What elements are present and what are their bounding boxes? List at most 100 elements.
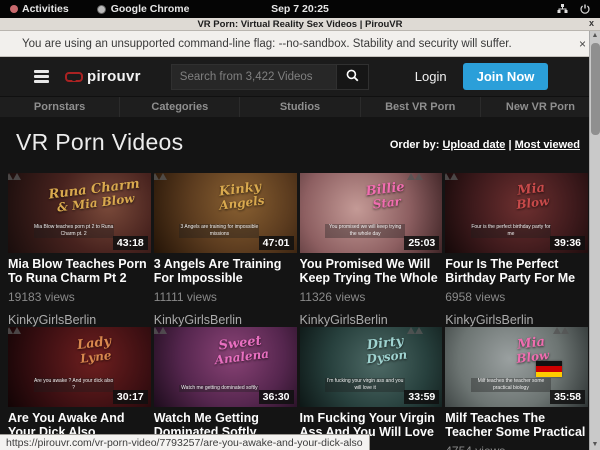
- thumbnail-caption: 3 Angels are training for impossible mis…: [179, 224, 259, 238]
- scroll-down-icon[interactable]: ▼: [590, 440, 600, 450]
- nav-item-pornstars[interactable]: Pornstars: [0, 97, 120, 117]
- infobar-close-icon[interactable]: ×: [579, 37, 586, 51]
- video-card[interactable]: Lady Lyne Are you awake ? And your dick …: [8, 327, 151, 450]
- site-viewport: pirouvr Login Join Now PornstarsCategori…: [0, 57, 600, 450]
- video-thumbnail[interactable]: Billie Star You promised we will keep tr…: [300, 173, 443, 253]
- order-upload-date-link[interactable]: Upload date: [442, 139, 505, 151]
- duration-badge: 30:17: [113, 390, 148, 404]
- join-now-button[interactable]: Join Now: [463, 63, 549, 90]
- chrome-infobar: You are using an unsupported command-lin…: [0, 31, 600, 57]
- app-menu-label: Google Chrome: [111, 3, 190, 15]
- video-card[interactable]: Runa Charm & Mia Blow Mia Blow teaches p…: [8, 173, 151, 327]
- video-title[interactable]: 3 Angels Are Training For Impossible Mis…: [154, 257, 297, 287]
- scrollbar-thumb[interactable]: [591, 43, 600, 135]
- vertical-scrollbar[interactable]: ▲ ▼: [589, 31, 600, 450]
- window-close-icon[interactable]: x: [589, 18, 594, 28]
- activities-button[interactable]: Activities: [10, 3, 69, 15]
- infobar-message: You are using an unsupported command-lin…: [22, 38, 512, 50]
- login-link[interactable]: Login: [415, 69, 447, 84]
- video-card[interactable]: Billie Star You promised we will keep tr…: [300, 173, 443, 327]
- video-grid: Runa Charm & Mia Blow Mia Blow teaches p…: [8, 173, 588, 450]
- video-title[interactable]: Mia Blow Teaches Porn To Runa Charm Pt 2: [8, 257, 151, 287]
- order-by-label: Order by:: [390, 139, 440, 151]
- video-views: 11326 views: [300, 290, 443, 304]
- video-thumbnail[interactable]: Dirty Dyson I'm fucking your virgin ass …: [300, 327, 443, 407]
- video-title[interactable]: Four Is The Perfect Birthday Party For M…: [445, 257, 588, 287]
- hamburger-menu-icon[interactable]: [34, 70, 49, 83]
- thumbnail-caption: Milf teaches the teacher some practical …: [471, 378, 551, 392]
- studio-watermark-cat-icon: [159, 331, 181, 351]
- video-thumbnail[interactable]: Lady Lyne Are you awake ? And your dick …: [8, 327, 151, 407]
- network-icon[interactable]: [557, 4, 568, 14]
- duration-badge: 43:18: [113, 236, 148, 250]
- studio-watermark-cat-icon: [159, 177, 181, 197]
- site-header: pirouvr Login Join Now: [0, 57, 600, 96]
- video-channel-link[interactable]: KinkyGirlsBerlin: [445, 313, 588, 327]
- vr-goggles-icon: [65, 72, 83, 82]
- nav-item-studios[interactable]: Studios: [240, 97, 360, 117]
- duration-badge: 47:01: [259, 236, 294, 250]
- video-title[interactable]: Milf Teaches The Teacher Some Practical …: [445, 411, 588, 441]
- thumbnail-caption: You promised we will keep trying the who…: [325, 224, 405, 238]
- window-title-bar[interactable]: VR Porn: Virtual Reality Sex Videos | Pi…: [0, 18, 600, 31]
- thumbnail-caption: I'm fucking your virgin ass and you will…: [325, 378, 405, 392]
- video-thumbnail[interactable]: Mia Blow Milf teaches the teacher some p…: [445, 327, 588, 407]
- duration-badge: 39:36: [550, 236, 585, 250]
- video-thumbnail[interactable]: Sweet Analena Watch me getting dominated…: [154, 327, 297, 407]
- video-card[interactable]: Mia Blow Four is the perfect birthday pa…: [445, 173, 588, 327]
- video-views: 4754 views: [445, 444, 588, 450]
- chrome-app-icon: [97, 5, 106, 14]
- order-separator: |: [508, 139, 511, 151]
- status-bar-url: https://pirouvr.com/vr-porn-video/779325…: [0, 434, 370, 450]
- screen: Activities Google Chrome Sep 7 20:25 VR …: [0, 0, 600, 450]
- video-thumbnail[interactable]: Runa Charm & Mia Blow Mia Blow teaches p…: [8, 173, 151, 253]
- video-thumbnail[interactable]: Mia Blow Four is the perfect birthday pa…: [445, 173, 588, 253]
- main-nav: PornstarsCategoriesStudiosBest VR PornNe…: [0, 96, 600, 117]
- thumbnail-overlay-text: Mia Blow: [481, 177, 583, 215]
- video-views: 19183 views: [8, 290, 151, 304]
- studio-watermark-cat-icon: [415, 177, 437, 197]
- video-channel-link[interactable]: KinkyGirlsBerlin: [300, 313, 443, 327]
- thumbnail-overlay-text: Sweet Analena: [189, 331, 291, 369]
- thumbnail-overlay-text: Runa Charm & Mia Blow: [44, 177, 146, 215]
- duration-badge: 33:59: [404, 390, 439, 404]
- thumbnail-caption: Four is the perfect birthday party for m…: [471, 224, 551, 238]
- video-card[interactable]: Dirty Dyson I'm fucking your virgin ass …: [300, 327, 443, 450]
- scroll-up-icon[interactable]: ▲: [590, 31, 600, 41]
- video-channel-link[interactable]: KinkyGirlsBerlin: [154, 313, 297, 327]
- search-icon: [346, 69, 359, 85]
- duration-badge: 36:30: [259, 390, 294, 404]
- search-button[interactable]: [337, 64, 369, 90]
- video-card[interactable]: Sweet Analena Watch me getting dominated…: [154, 327, 297, 450]
- video-channel-link[interactable]: KinkyGirlsBerlin: [8, 313, 151, 327]
- german-flag-icon: [536, 361, 562, 377]
- video-views: 6958 views: [445, 290, 588, 304]
- nav-item-categories[interactable]: Categories: [120, 97, 240, 117]
- activities-label: Activities: [22, 3, 69, 15]
- video-thumbnail[interactable]: Kinky Angels 3 Angels are training for i…: [154, 173, 297, 253]
- video-card[interactable]: Kinky Angels 3 Angels are training for i…: [154, 173, 297, 327]
- logo-text: pirouvr: [87, 68, 141, 85]
- duration-badge: 25:03: [404, 236, 439, 250]
- nav-item-best-vr-porn[interactable]: Best VR Porn: [361, 97, 481, 117]
- thumbnail-caption: Are you awake ? And your dick also ?: [34, 378, 114, 392]
- clock[interactable]: Sep 7 20:25: [0, 3, 600, 15]
- search-input[interactable]: [171, 64, 337, 90]
- site-logo[interactable]: pirouvr: [65, 68, 141, 85]
- nav-item-new-vr-porn[interactable]: New VR Porn: [481, 97, 600, 117]
- power-icon[interactable]: [580, 4, 590, 14]
- studio-watermark-cat-icon: [13, 331, 35, 351]
- app-menu-button[interactable]: Google Chrome: [97, 3, 190, 15]
- studio-watermark-cat-icon: [561, 331, 583, 351]
- studio-watermark-cat-icon: [415, 331, 437, 351]
- studio-watermark-cat-icon: [13, 177, 35, 197]
- search-bar: [171, 64, 369, 90]
- thumbnail-overlay-text: Lady Lyne: [44, 331, 146, 369]
- order-most-viewed-link[interactable]: Most viewed: [515, 139, 580, 151]
- video-card[interactable]: Mia Blow Milf teaches the teacher some p…: [445, 327, 588, 450]
- thumbnail-caption: Watch me getting dominated softly: [179, 385, 259, 392]
- system-top-bar: Activities Google Chrome Sep 7 20:25: [0, 0, 600, 18]
- video-title[interactable]: You Promised We Will Keep Trying The Who…: [300, 257, 443, 287]
- studio-watermark-cat-icon: [450, 177, 472, 197]
- order-by: Order by: Upload date | Most viewed: [390, 139, 580, 151]
